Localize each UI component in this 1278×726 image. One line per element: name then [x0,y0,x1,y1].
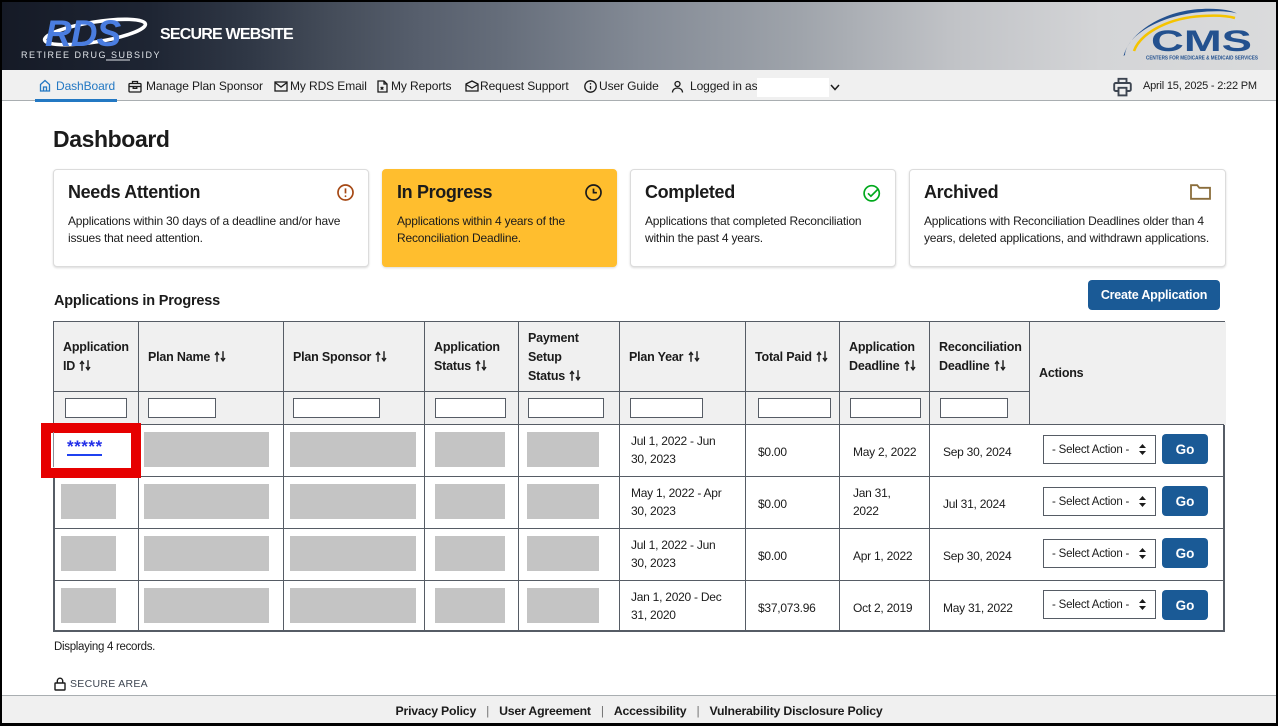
svg-text:RETIREE DRUG SUBSIDY: RETIREE DRUG SUBSIDY [21,50,161,60]
svg-text:CMS: CMS [1151,25,1252,58]
svg-text:RDS: RDS [45,13,121,54]
svg-text:CENTERS FOR MEDICARE & MEDICAI: CENTERS FOR MEDICARE & MEDICAID SERVICES [1146,56,1258,62]
